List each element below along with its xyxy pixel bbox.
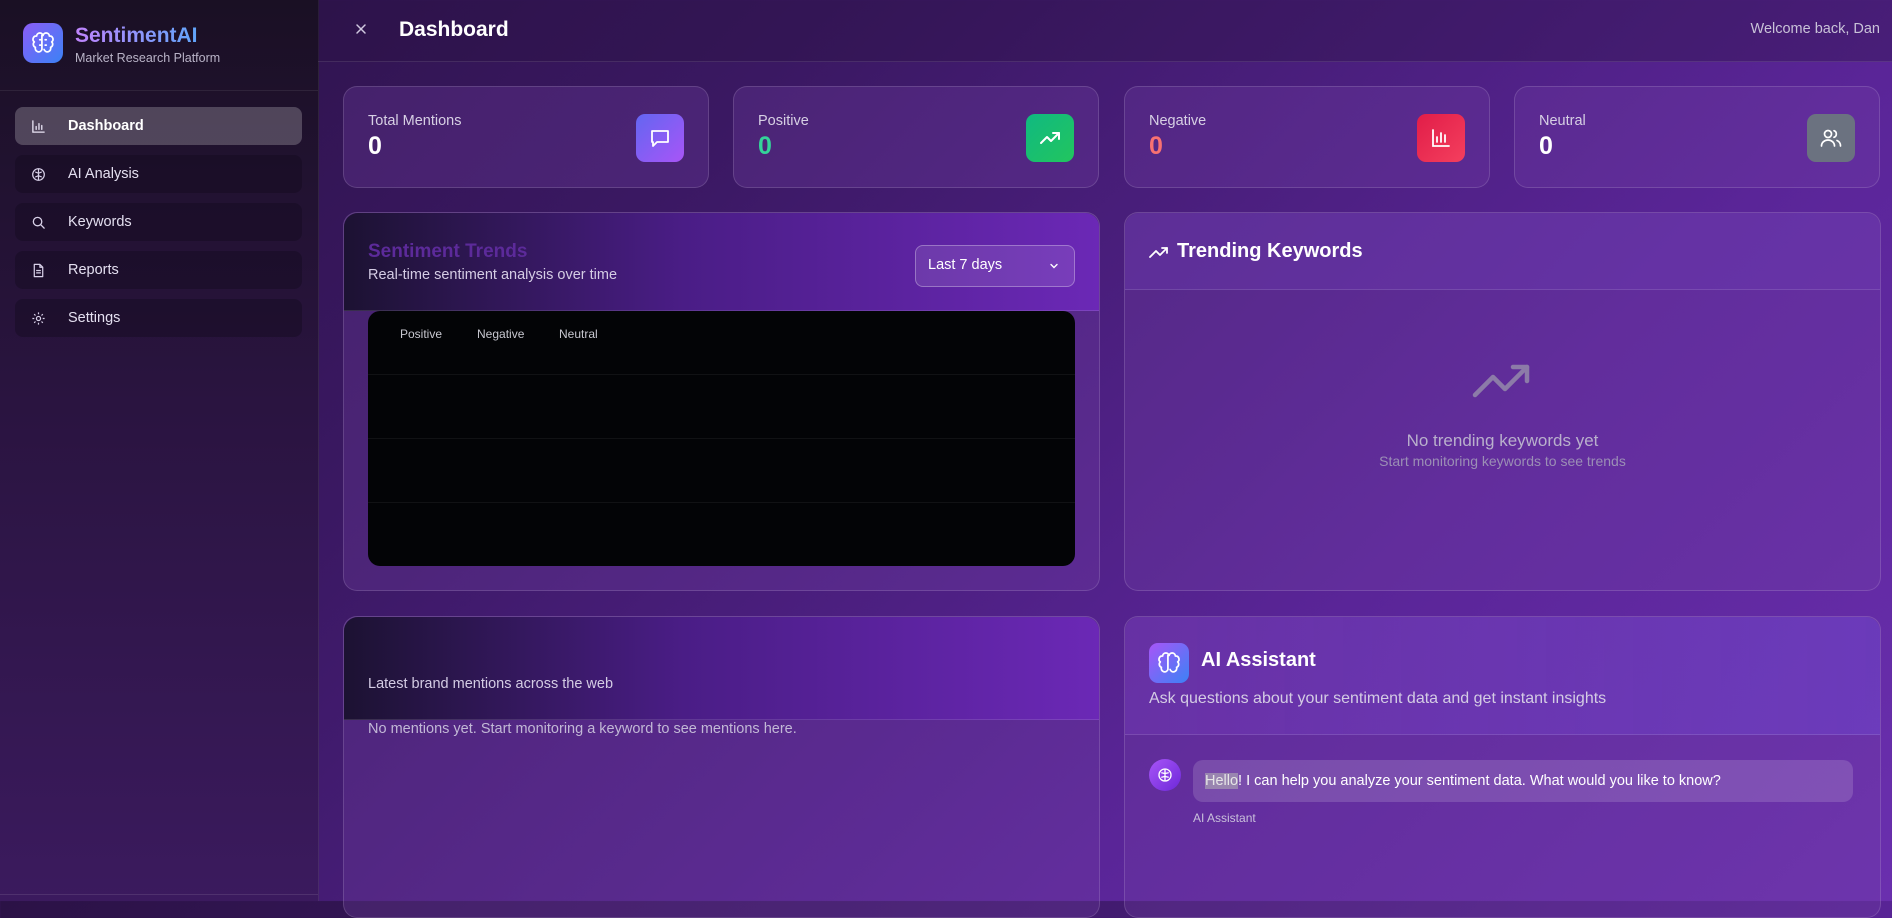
- stat-card-total-mentions: Total Mentions 0: [343, 86, 709, 188]
- sidebar-item-label: AI Analysis: [68, 166, 139, 182]
- top-header: Dashboard Welcome back, Dan: [318, 0, 1892, 62]
- stat-label: Neutral: [1539, 113, 1586, 129]
- chat-message: Hello! I can help you analyze your senti…: [1193, 760, 1853, 802]
- sidebar: SentimentAI Market Research Platform Das…: [0, 0, 319, 901]
- empty-state-message: No mentions yet. Start monitoring a keyw…: [368, 721, 797, 737]
- legend-neutral: Neutral: [559, 327, 598, 341]
- grid-line: [368, 374, 1075, 375]
- ai-assistant-panel: AI Assistant Ask questions about your se…: [1124, 616, 1881, 918]
- brain-icon: [23, 23, 63, 63]
- panel-title: Sentiment Trends: [368, 241, 528, 262]
- grid-line: [368, 438, 1075, 439]
- sentiment-chart: Positive Negative Neutral: [368, 311, 1075, 566]
- panel-subtitle: Real-time sentiment analysis over time: [368, 267, 618, 283]
- empty-state-title: No trending keywords yet: [1406, 431, 1599, 450]
- brand-name: SentimentAI: [75, 24, 198, 47]
- sidebar-item-label: Reports: [68, 262, 119, 278]
- sidebar-item-keywords[interactable]: Keywords: [15, 203, 302, 241]
- date-range-select[interactable]: Last 7 days: [915, 245, 1075, 287]
- panel-title: AI Assistant: [1201, 649, 1316, 671]
- brain-icon: [32, 168, 45, 181]
- search-icon: [32, 216, 45, 229]
- recent-mentions-panel: Latest brand mentions across the web No …: [343, 616, 1100, 918]
- sidebar-item-label: Settings: [68, 310, 121, 326]
- panel-header: Latest brand mentions across the web: [344, 617, 1099, 720]
- sidebar-item-ai-analysis[interactable]: AI Analysis: [15, 155, 302, 193]
- empty-state-subtitle: Start monitoring keywords to see trends: [1379, 453, 1626, 469]
- trending-up-icon: [1026, 114, 1074, 162]
- document-icon: [33, 263, 44, 278]
- panel-header: Sentiment Trends Real-time sentiment ana…: [344, 213, 1099, 311]
- highlighted-text: Hello: [1205, 773, 1239, 789]
- date-range-value: Last 7 days: [928, 257, 1003, 273]
- message-body: ! I can help you analyze your sentiment …: [1238, 773, 1721, 789]
- stat-value: 0: [758, 132, 772, 160]
- bar-chart-icon: [1417, 114, 1465, 162]
- trending-keywords-panel: Trending Keywords No trending keywords y…: [1124, 212, 1881, 591]
- panel-header: Trending Keywords: [1125, 213, 1880, 290]
- welcome-message: Welcome back, Dan: [1750, 21, 1880, 37]
- panel-subtitle: Latest brand mentions across the web: [368, 676, 614, 692]
- panel-subtitle: Ask questions about your sentiment data …: [1149, 690, 1607, 707]
- trending-up-icon: [1149, 247, 1168, 258]
- legend-negative: Negative: [477, 327, 525, 341]
- stat-value: 0: [1539, 132, 1553, 160]
- users-icon: [1807, 114, 1855, 162]
- page-title: Dashboard: [399, 18, 509, 41]
- panel-header: AI Assistant Ask questions about your se…: [1125, 617, 1880, 735]
- stat-card-negative: Negative 0: [1124, 86, 1490, 188]
- close-icon[interactable]: [354, 22, 368, 36]
- sidebar-item-settings[interactable]: Settings: [15, 299, 302, 337]
- legend-positive: Positive: [400, 327, 443, 341]
- stat-label: Negative: [1149, 113, 1207, 129]
- stat-label: Positive: [758, 113, 809, 129]
- sidebar-item-label: Dashboard: [68, 118, 144, 134]
- message-sender: AI Assistant: [1193, 811, 1256, 825]
- chat-message-text: Hello! I can help you analyze your senti…: [1205, 773, 1721, 789]
- stat-value: 0: [368, 132, 382, 160]
- brain-icon: [1149, 643, 1189, 683]
- bar-chart-icon: [32, 120, 45, 133]
- brand-subtitle: Market Research Platform: [75, 51, 221, 65]
- panel-title: Trending Keywords: [1177, 240, 1363, 262]
- grid-line: [368, 502, 1075, 503]
- message-icon: [636, 114, 684, 162]
- sidebar-item-label: Keywords: [68, 214, 132, 230]
- stat-card-positive: Positive 0: [733, 86, 1099, 188]
- sidebar-item-dashboard[interactable]: Dashboard: [15, 107, 302, 145]
- sidebar-footer: [0, 894, 318, 901]
- gear-icon: [32, 312, 45, 325]
- stat-value: 0: [1149, 132, 1163, 160]
- stat-label: Total Mentions: [368, 113, 462, 129]
- stat-card-neutral: Neutral 0: [1514, 86, 1880, 188]
- chevron-down-icon: [1050, 263, 1058, 269]
- trending-up-icon: [1472, 364, 1529, 398]
- sidebar-item-reports[interactable]: Reports: [15, 251, 302, 289]
- sidebar-nav: Dashboard AI Analysis Keywords Reports S…: [15, 107, 302, 347]
- brand-header: SentimentAI Market Research Platform: [0, 0, 318, 91]
- assistant-avatar: [1149, 759, 1181, 791]
- sentiment-trends-panel: Sentiment Trends Real-time sentiment ana…: [343, 212, 1100, 591]
